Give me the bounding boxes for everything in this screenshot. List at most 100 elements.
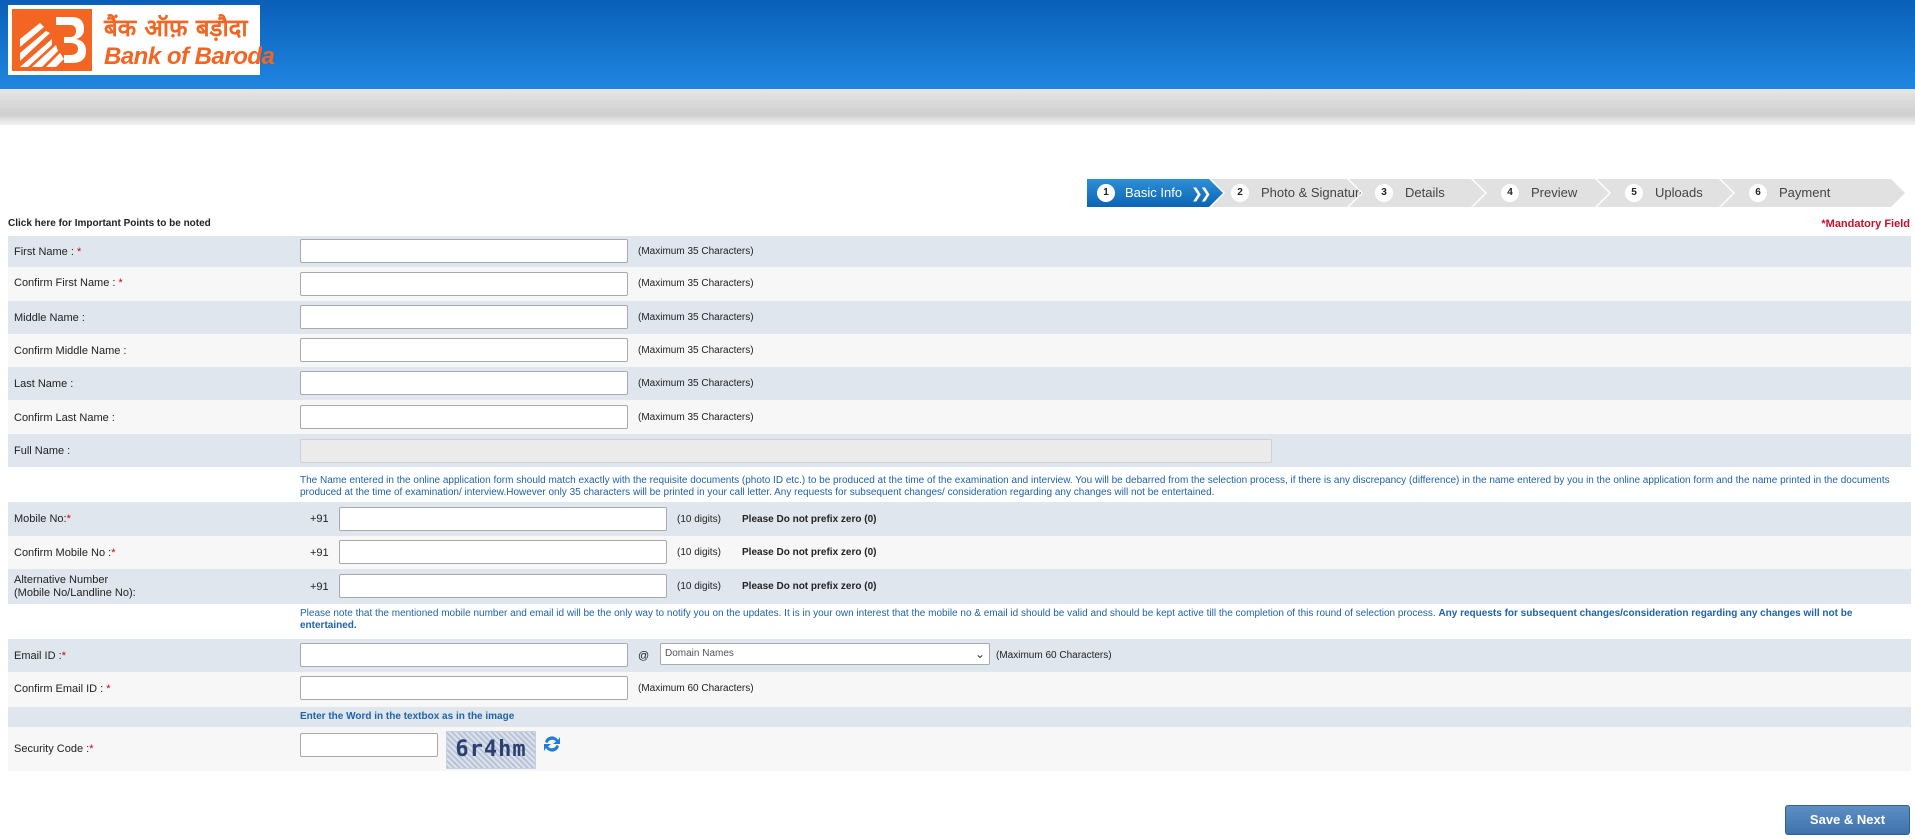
step-number: 4 [1501, 184, 1519, 202]
step-uploads[interactable]: 5 Uploads [1597, 179, 1733, 207]
step-number: 2 [1231, 184, 1249, 202]
captcha-instruction-row: Enter the Word in the textbox as in the … [8, 707, 1911, 727]
step-number: 1 [1097, 184, 1115, 202]
step-payment[interactable]: 6 Payment [1721, 179, 1905, 207]
save-next-button[interactable]: Save & Next [1785, 805, 1910, 835]
bank-logo-mark-icon [12, 9, 92, 71]
important-points-link[interactable]: Click here for Important Points to be no… [8, 218, 211, 229]
required-asterisk: * [61, 650, 66, 662]
middle-name-input[interactable] [300, 305, 628, 329]
confirm-mobile-zero-note: Please Do not prefix zero (0) [742, 547, 877, 558]
first-name-row: First Name : * (Maximum 35 Characters) [8, 236, 1911, 267]
security-code-row: Security Code :* 6r4hm [8, 727, 1911, 771]
required-asterisk: * [118, 277, 123, 289]
country-code: +91 [310, 513, 329, 525]
full-name-label: Full Name : [14, 445, 71, 457]
confirm-last-name-input[interactable] [300, 405, 628, 429]
required-asterisk: * [89, 743, 94, 755]
security-code-label: Security Code : [14, 743, 90, 755]
last-name-input[interactable] [300, 371, 628, 395]
chevron-down-icon: ⌄ [974, 647, 985, 661]
middle-name-label: Middle Name : [14, 312, 85, 324]
double-chevron-right-icon: ❯❯ [1191, 185, 1209, 201]
email-input[interactable] [300, 643, 628, 667]
captcha-instruction: Enter the Word in the textbox as in the … [300, 711, 515, 722]
progress-steps: 1 Basic Info ❯❯ 2 Photo & Signature 3 De… [1087, 179, 1905, 207]
alt-number-label: Alternative Number [14, 574, 109, 586]
step-photo-signature[interactable]: 2 Photo & Signature [1211, 179, 1361, 207]
middle-name-hint: (Maximum 35 Characters) [638, 312, 754, 323]
bank-name-hindi: बैंक ऑफ़ बड़ौदा [104, 14, 248, 42]
step-label: Photo & Signature [1261, 185, 1367, 200]
confirm-email-input[interactable] [300, 676, 628, 700]
step-label: Details [1405, 185, 1445, 200]
last-name-label: Last Name : [14, 378, 74, 390]
required-asterisk: * [106, 683, 111, 695]
country-code: +91 [310, 547, 329, 559]
header-subbar [0, 89, 1915, 125]
email-label: Email ID : [14, 650, 62, 662]
first-name-input[interactable] [300, 239, 628, 263]
step-details[interactable]: 3 Details [1349, 179, 1485, 207]
confirm-first-name-input[interactable] [300, 272, 628, 296]
last-name-hint: (Maximum 35 Characters) [638, 378, 754, 389]
mobile-row: Mobile No:* +91 (10 digits) Please Do no… [8, 502, 1911, 536]
mobile-input[interactable] [339, 507, 667, 531]
confirm-middle-name-label: Confirm Middle Name : [14, 345, 127, 357]
confirm-first-name-label: Confirm First Name : [14, 277, 119, 289]
country-code: +91 [310, 581, 329, 593]
confirm-mobile-label: Confirm Mobile No : [14, 547, 112, 559]
step-basic-info[interactable]: 1 Basic Info ❯❯ [1087, 179, 1223, 207]
required-asterisk: * [76, 246, 82, 258]
refresh-icon[interactable] [541, 733, 563, 755]
bank-logo[interactable]: बैंक ऑफ़ बड़ौदा Bank of Baroda [8, 5, 275, 75]
first-name-label: First Name : [14, 246, 77, 258]
step-label: Payment [1779, 185, 1831, 200]
step-number: 5 [1625, 184, 1643, 202]
confirm-middle-name-input[interactable] [300, 338, 628, 362]
full-name-row: Full Name : [8, 434, 1911, 467]
step-preview[interactable]: 4 Preview [1473, 179, 1609, 207]
confirm-last-name-row: Confirm Last Name : (Maximum 35 Characte… [8, 400, 1911, 434]
required-asterisk: * [111, 547, 116, 559]
mobile-label: Mobile No: [14, 513, 67, 525]
captcha-image: 6r4hm [446, 731, 536, 769]
confirm-first-name-row: Confirm First Name : * (Maximum 35 Chara… [8, 267, 1911, 301]
confirm-last-name-hint: (Maximum 35 Characters) [638, 412, 754, 423]
alt-number-sublabel: (Mobile No/Landline No): [14, 587, 136, 599]
confirm-mobile-hint: (10 digits) [677, 547, 721, 558]
email-domain-selected: Domain Names [665, 648, 734, 659]
email-row: Email ID :* @ Domain Names ⌄ (Maximum 60… [8, 639, 1911, 672]
contact-validity-note: Please note that the mentioned mobile nu… [300, 608, 1853, 631]
name-match-note: The Name entered in the online applicati… [300, 475, 1890, 498]
email-hint: (Maximum 60 Characters) [996, 650, 1112, 661]
mandatory-field-note: *Mandatory Field [1821, 218, 1910, 230]
required-asterisk: * [66, 513, 71, 525]
step-number: 6 [1749, 184, 1767, 202]
step-label: Basic Info [1125, 185, 1183, 200]
mobile-zero-note: Please Do not prefix zero (0) [742, 514, 877, 525]
confirm-email-hint: (Maximum 60 Characters) [638, 683, 754, 694]
confirm-email-row: Confirm Email ID : * (Maximum 60 Charact… [8, 672, 1911, 707]
confirm-middle-name-row: Confirm Middle Name : (Maximum 35 Charac… [8, 334, 1911, 367]
mobile-hint: (10 digits) [677, 514, 721, 525]
bank-name-english: Bank of Baroda [104, 43, 275, 70]
email-domain-select[interactable]: Domain Names ⌄ [660, 643, 990, 665]
first-name-hint: (Maximum 35 Characters) [638, 246, 754, 257]
alt-number-row: Alternative Number (Mobile No/Landline No… [8, 569, 1911, 604]
confirm-first-name-hint: (Maximum 35 Characters) [638, 278, 754, 289]
confirm-middle-name-hint: (Maximum 35 Characters) [638, 345, 754, 356]
last-name-row: Last Name : (Maximum 35 Characters) [8, 367, 1911, 400]
confirm-mobile-row: Confirm Mobile No :* +91 (10 digits) Ple… [8, 536, 1911, 569]
confirm-email-label: Confirm Email ID : [14, 683, 107, 695]
site-header: बैंक ऑफ़ बड़ौदा Bank of Baroda [0, 0, 1915, 89]
confirm-mobile-input[interactable] [339, 540, 667, 564]
step-number: 3 [1375, 184, 1393, 202]
security-code-input[interactable] [300, 733, 438, 757]
step-label: Uploads [1655, 185, 1703, 200]
alt-number-input[interactable] [339, 574, 667, 598]
alt-number-hint: (10 digits) [677, 581, 721, 592]
alt-number-zero-note: Please Do not prefix zero (0) [742, 581, 877, 592]
name-note-row: The Name entered in the online applicati… [8, 467, 1911, 502]
middle-name-row: Middle Name : (Maximum 35 Characters) [8, 301, 1911, 334]
